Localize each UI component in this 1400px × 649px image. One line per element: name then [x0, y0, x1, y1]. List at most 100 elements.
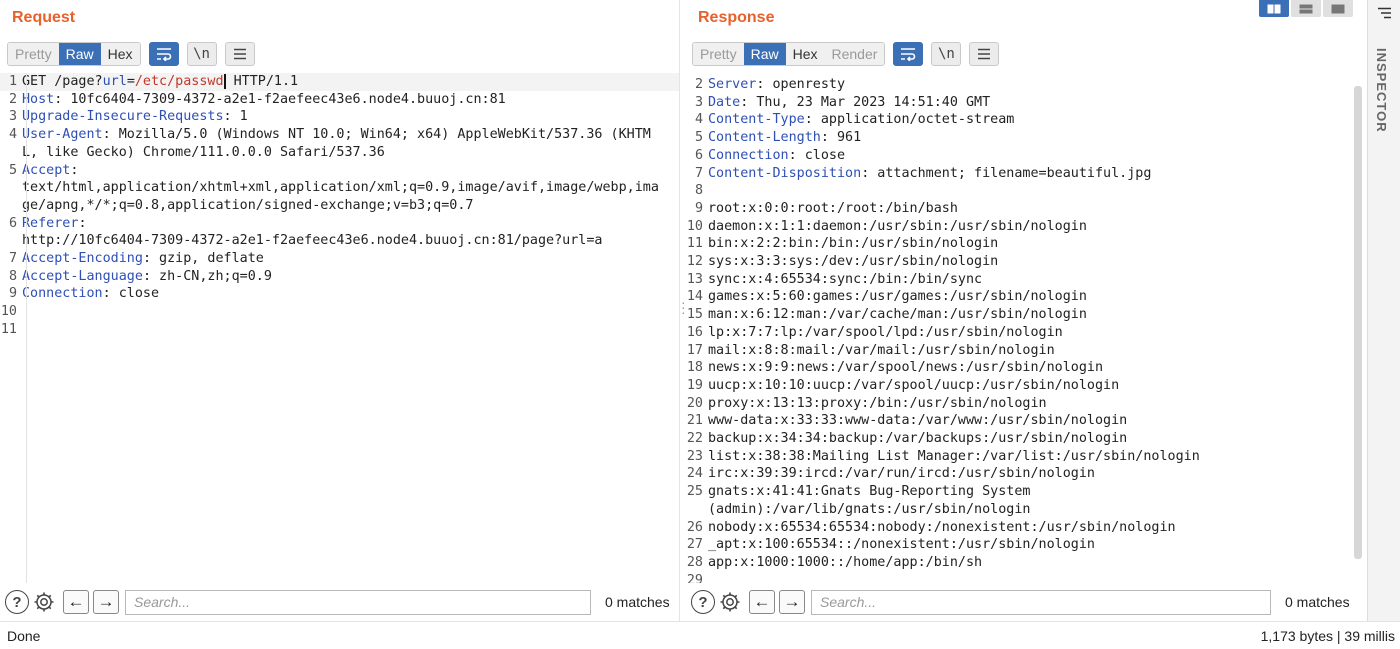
help-icon[interactable]: ?: [5, 590, 29, 614]
response-line[interactable]: 23 list:x:38:38:Mailing List Manager:/var…: [686, 448, 1366, 466]
response-tab-render[interactable]: Render: [824, 43, 885, 65]
response-line[interactable]: 2 Server: openresty: [686, 76, 1366, 94]
next-match-button[interactable]: →: [779, 590, 805, 614]
response-line[interactable]: 10 daemon:x:1:1:daemon:/usr/sbin:/usr/sbi…: [686, 218, 1366, 236]
inspector-tab[interactable]: INSPECTOR: [1374, 48, 1389, 133]
line-content: Connection: close: [22, 285, 664, 303]
inspector-menu-icon[interactable]: [1377, 6, 1392, 24]
text-segment: root:x:0:0:root:/root:/bin/bash: [708, 200, 958, 216]
response-line[interactable]: 7 Content-Disposition: attachment; filena…: [686, 165, 1366, 183]
response-line[interactable]: 29: [686, 572, 1366, 583]
request-line[interactable]: 3 Upgrade-Insecure-Requests: 1: [0, 108, 679, 126]
response-tab-hex[interactable]: Hex: [785, 43, 825, 65]
response-line[interactable]: 22 backup:x:34:34:backup:/var/backups:/us…: [686, 430, 1366, 448]
line-number: 2: [694, 77, 703, 92]
response-line[interactable]: 18 news:x:9:9:news:/var/spool/news:/usr/s…: [686, 359, 1366, 377]
response-line[interactable]: 20 proxy:x:13:13:proxy:/bin:/usr/sbin/nol…: [686, 395, 1366, 413]
response-line[interactable]: 26 nobody:x:65534:65534:nobody:/nonexiste…: [686, 519, 1366, 537]
response-line[interactable]: 21 www-data:x:33:33:www-data:/var/www:/us…: [686, 412, 1366, 430]
response-newline-button[interactable]: \n: [931, 42, 962, 66]
line-content: games:x:5:60:games:/usr/games:/usr/sbin/…: [708, 288, 1328, 306]
response-line[interactable]: 9 root:x:0:0:root:/root:/bin/bash: [686, 200, 1366, 218]
response-line[interactable]: 13 sync:x:4:65534:sync:/bin:/bin/sync: [686, 271, 1366, 289]
previous-match-button[interactable]: ←: [749, 590, 775, 614]
line-number: 13: [686, 271, 703, 287]
response-search-input[interactable]: [811, 589, 1271, 615]
header-name: User-Agent: [22, 127, 103, 143]
response-menu-button[interactable]: [969, 42, 1000, 66]
response-line[interactable]: 4 Content-Type: application/octet-stream: [686, 111, 1366, 129]
request-line[interactable]: 4 User-Agent: Mozilla/5.0 (Windows NT 10.…: [0, 126, 679, 161]
request-line[interactable]: 9 Connection: close: [0, 285, 679, 303]
response-line[interactable]: 3 Date: Thu, 23 Mar 2023 14:51:40 GMT: [686, 94, 1366, 112]
response-line[interactable]: 19 uucp:x:10:10:uucp:/var/spool/uucp:/usr…: [686, 377, 1366, 395]
response-line[interactable]: 28 app:x:1000:1000::/home/app:/bin/sh: [686, 554, 1366, 572]
response-line[interactable]: 5 Content-Length: 961: [686, 129, 1366, 147]
response-tab-raw[interactable]: Raw: [743, 43, 786, 65]
response-line[interactable]: 17 mail:x:8:8:mail:/var/mail:/usr/sbin/no…: [686, 342, 1366, 360]
line-number: 2: [8, 91, 17, 107]
settings-gear-icon[interactable]: [32, 590, 56, 614]
previous-match-button[interactable]: ←: [63, 590, 89, 614]
line-number: 6: [8, 215, 17, 231]
request-line[interactable]: 10: [0, 303, 679, 321]
text-segment: gnats:x:41:41:Gnats Bug-Reporting System…: [708, 484, 1031, 517]
line-number: 27: [686, 537, 703, 553]
request-line[interactable]: 1 GET /page?url=/etc/passwd HTTP/1.1: [0, 73, 679, 91]
line-number: 19: [686, 377, 703, 393]
single-pane-layout-button[interactable]: [1323, 0, 1353, 17]
request-line[interactable]: 8 Accept-Language: zh-CN,zh;q=0.9: [0, 268, 679, 286]
line-content: Content-Disposition: attachment; filenam…: [708, 165, 1328, 183]
line-content: Content-Length: 961: [708, 129, 1328, 147]
line-content: Referer: http://10fc6404-7309-4372-a2e1-…: [22, 215, 664, 250]
request-line[interactable]: 2 Host: 10fc6404-7309-4372-a2e1-f2aefeec4…: [0, 91, 679, 109]
request-tab-raw[interactable]: Raw: [58, 43, 101, 65]
response-line[interactable]: 8: [686, 182, 1366, 200]
response-tab-pretty[interactable]: Pretty: [693, 43, 744, 65]
request-tab-pretty[interactable]: Pretty: [8, 43, 59, 65]
next-match-button[interactable]: →: [93, 590, 119, 614]
text-segment: www-data:x:33:33:www-data:/var/www:/usr/…: [708, 413, 1128, 429]
line-number: 29: [686, 572, 703, 583]
response-line[interactable]: 12 sys:x:3:3:sys:/dev:/usr/sbin/nologin: [686, 253, 1366, 271]
line-number: 18: [686, 360, 703, 376]
line-number: 9: [8, 286, 17, 302]
response-size-timing: 1,173 bytes | 39 millis: [1260, 627, 1395, 644]
response-line[interactable]: 25 gnats:x:41:41:Gnats Bug-Reporting Syst…: [686, 483, 1366, 518]
response-wrap-lines-button[interactable]: [893, 42, 924, 66]
request-search-bar: ? ← → 0 matches: [0, 583, 679, 621]
line-content: [708, 572, 1328, 583]
request-line[interactable]: 7 Accept-Encoding: gzip, deflate: [0, 250, 679, 268]
request-tab-hex[interactable]: Hex: [100, 43, 140, 65]
request-line[interactable]: 11: [0, 321, 679, 339]
settings-gear-icon[interactable]: [718, 590, 742, 614]
request-line[interactable]: 6 Referer: http://10fc6404-7309-4372-a2e1…: [0, 215, 679, 250]
line-content: backup:x:34:34:backup:/var/backups:/usr/…: [708, 430, 1328, 448]
text-segment: : gzip, deflate: [142, 251, 264, 267]
request-search-input[interactable]: [125, 589, 591, 615]
text-segment: irc:x:39:39:ircd:/var/run/ircd:/usr/sbin…: [708, 466, 1095, 482]
response-line[interactable]: 14 games:x:5:60:games:/usr/games:/usr/sbi…: [686, 288, 1366, 306]
response-editor[interactable]: 2 Server: openresty 3 Date: Thu, 23 Mar 202…: [686, 76, 1366, 583]
line-number: 5: [8, 162, 17, 178]
line-content: Upgrade-Insecure-Requests: 1: [22, 108, 664, 126]
response-scrollbar[interactable]: [1354, 86, 1362, 559]
response-line[interactable]: 15 man:x:6:12:man:/var/cache/man:/usr/sbi…: [686, 306, 1366, 324]
line-number: 3: [8, 109, 17, 125]
response-line[interactable]: 11 bin:x:2:2:bin:/bin:/usr/sbin/nologin: [686, 235, 1366, 253]
request-line[interactable]: 5 Accept: text/html,application/xhtml+xml…: [0, 162, 679, 215]
help-icon[interactable]: ?: [691, 590, 715, 614]
response-line[interactable]: 24 irc:x:39:39:ircd:/var/run/ircd:/usr/sb…: [686, 465, 1366, 483]
request-wrap-lines-button[interactable]: [148, 42, 179, 66]
response-line[interactable]: 6 Connection: close: [686, 147, 1366, 165]
line-number: 5: [694, 130, 703, 146]
stacked-layout-button[interactable]: [1291, 0, 1321, 17]
text-segment: : Thu, 23 Mar 2023 14:51:40 GMT: [740, 94, 991, 110]
response-line[interactable]: 16 lp:x:7:7:lp:/var/spool/lpd:/usr/sbin/n…: [686, 324, 1366, 342]
side-by-side-layout-button[interactable]: [1259, 0, 1289, 17]
request-newline-button[interactable]: \n: [186, 42, 217, 66]
request-menu-button[interactable]: [224, 42, 255, 66]
response-line[interactable]: 27 _apt:x:100:65534::/nonexistent:/usr/sb…: [686, 536, 1366, 554]
pane-resize-handle[interactable]: · · ·: [681, 295, 686, 319]
request-editor[interactable]: 1 GET /page?url=/etc/passwd HTTP/1.1 2 Host…: [0, 73, 679, 583]
